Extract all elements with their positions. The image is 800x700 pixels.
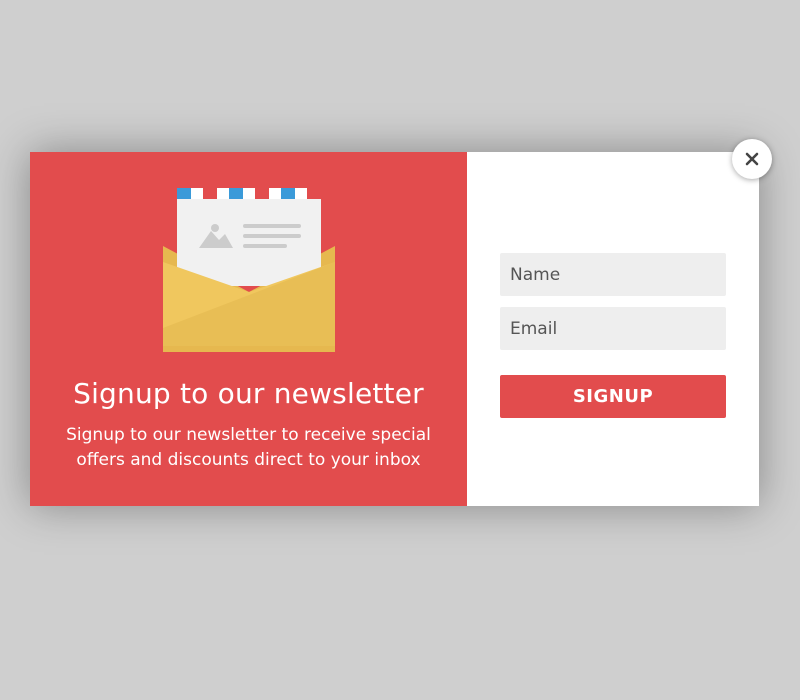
newsletter-description-line-2: offers and discounts direct to your inbo… (76, 450, 421, 470)
newsletter-description-line-1: Signup to our newsletter to receive spec… (66, 425, 431, 445)
email-input[interactable] (500, 307, 726, 350)
signup-form-panel: SIGNUP (467, 152, 759, 506)
open-envelope-icon (163, 188, 335, 352)
newsletter-headline: Signup to our newsletter (73, 377, 424, 410)
newsletter-description: Signup to our newsletter to receive spec… (54, 423, 443, 473)
name-input[interactable] (500, 253, 726, 296)
close-icon (745, 152, 759, 166)
close-button[interactable] (732, 139, 772, 179)
newsletter-modal: Signup to our newsletter Signup to our n… (30, 152, 759, 506)
newsletter-promo-panel: Signup to our newsletter Signup to our n… (30, 152, 467, 506)
signup-button[interactable]: SIGNUP (500, 375, 726, 418)
